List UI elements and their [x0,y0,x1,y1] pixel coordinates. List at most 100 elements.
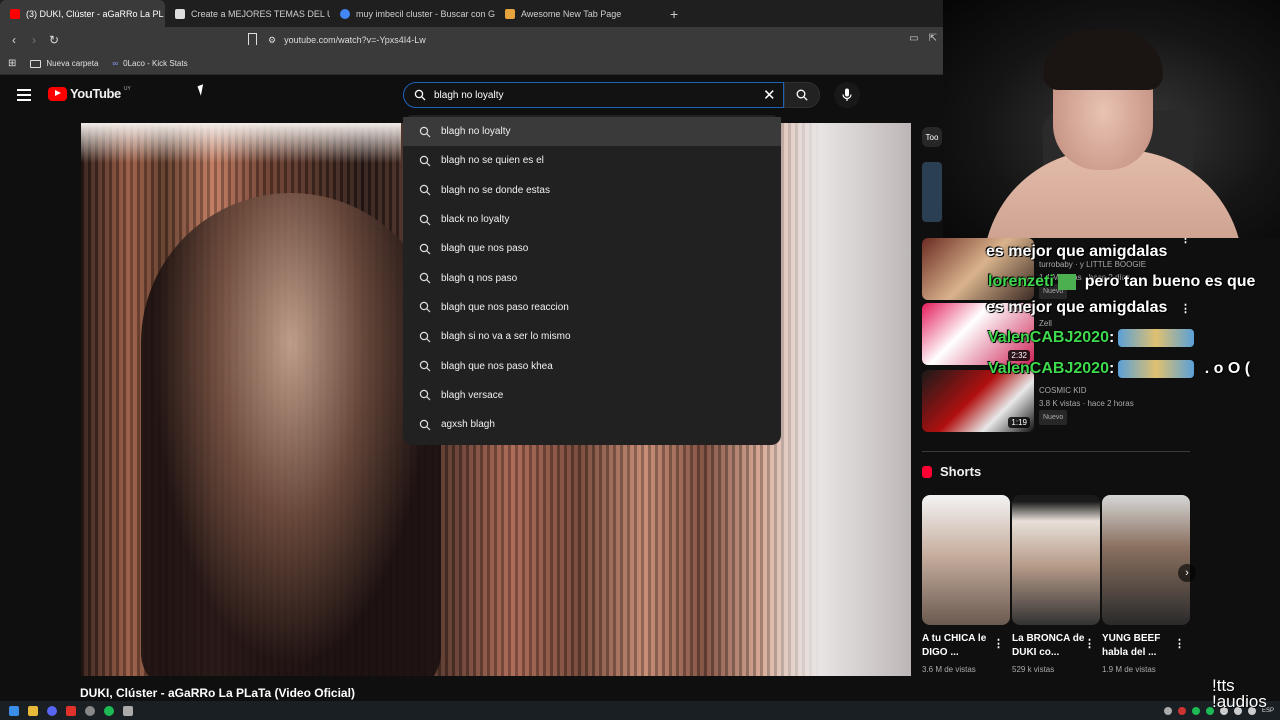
more-options-icon[interactable]: ⋮ [1174,637,1185,650]
kick-icon: ∞ [112,59,119,68]
chat-message: ValenCABJ2020: [988,329,1195,347]
suggestion-item[interactable]: blagh no loyalty [403,117,781,147]
shorts-label: Shorts [940,464,982,479]
suggestion-item[interactable]: blagh no se quien es el [403,146,781,175]
chevron-right-icon[interactable]: › [1178,564,1196,582]
app-icon[interactable] [123,705,133,716]
search-button[interactable] [784,82,820,108]
search-icon [419,360,431,372]
spotify-icon[interactable] [104,705,114,716]
suggestion-item[interactable]: blagh no se donde estas [403,176,781,205]
emote-icon [1118,329,1195,347]
suggestion-text: blagh que nos paso reaccion [441,301,569,313]
related-video[interactable]: 1:19 COSMIC KID 3.8 K vistas · hace 2 ho… [922,370,1192,434]
chat-text: es mejor que amigdalas [986,243,1168,260]
suggestion-item[interactable]: blagh que nos paso [403,234,781,263]
suggestion-item[interactable]: agxsh blagh [403,410,781,439]
apps-grid-icon[interactable]: ⊞ [8,58,16,69]
short-thumbnail[interactable] [922,495,1010,625]
search-icon [419,214,431,225]
suggestion-item[interactable]: blagh versace [403,381,781,410]
suggestion-item[interactable]: black no loyalty [403,205,781,234]
screen: (3) DUKI, Clúster - aGaRRo La PL ✕ Creat… [0,0,1280,720]
cast-icon[interactable]: ▭ [909,33,918,44]
tab-google[interactable]: muy imbecil cluster - Buscar con Goo [330,0,495,27]
more-options-icon[interactable]: ⋮ [1084,637,1095,650]
chat-message: es mejor que amigdalas [986,299,1167,317]
divider [922,451,1190,452]
search-icon [419,243,431,255]
browser-nav-bar: ‹ › ↻ ⚙ youtube.com/watch?v=-Ypxs4I4-Lw … [0,27,943,53]
reload-icon[interactable]: ↻ [44,33,64,47]
webcam-person-hair [1043,30,1163,90]
discord-icon[interactable] [47,705,57,716]
chat-text: es mejor que amigdalas [986,299,1168,316]
stream-commands-overlay: !tts !audios [1212,676,1267,711]
short-views: 1.9 M de vistas [1102,665,1156,674]
more-options-icon[interactable]: ⋮ [1180,302,1191,315]
search-input[interactable] [434,89,754,101]
doc-favicon-icon [175,8,185,19]
short-views: 529 k vistas [1012,665,1055,674]
obs-icon[interactable] [85,705,95,716]
short-title[interactable]: A tu CHICA le DIGO ... [922,632,1000,660]
new-tab-button[interactable]: + [660,0,688,27]
chat-message: lorenzeti pero tan bueno es que [988,273,1255,291]
youtube-logo[interactable]: YouTube UY [48,86,131,101]
bookmark-kick-stats[interactable]: ∞ 0Laco - Kick Stats [112,59,187,68]
address-bar[interactable]: ⚙ youtube.com/watch?v=-Ypxs4I4-Lw [268,30,940,50]
video-thumbnail[interactable]: 1:19 [922,370,1034,432]
voice-search-button[interactable] [834,82,860,108]
folder-icon [30,59,42,68]
tab-create[interactable]: Create a MEJORES TEMAS DEL UNDE [165,0,330,27]
chat-username: ValenCABJ2020 [988,360,1109,378]
suggestion-text: blagh q nos paso [441,272,518,284]
more-options-icon[interactable]: ⋮ [993,637,1004,650]
bookmark-nueva-carpeta[interactable]: Nueva carpeta [30,59,98,68]
video-meta: COSMIC KID 3.8 K vistas · hace 2 horas N… [1039,384,1134,425]
grid-favicon-icon [505,8,515,19]
short-title[interactable]: La BRONCA de DUKI co... [1012,632,1092,660]
short-title[interactable]: YUNG BEEF habla del ... [1102,632,1174,660]
chat-message: es mejor que amigdalas [986,243,1167,261]
suggestion-item[interactable]: blagh si no va a ser lo mismo [403,322,781,351]
tab-title: Awesome New Tab Page [521,8,622,19]
suggestion-item[interactable]: blagh que nos paso khea [403,351,781,380]
youtube-play-icon [48,86,67,101]
menu-icon[interactable] [17,89,31,104]
clear-search-icon[interactable]: ✕ [763,86,776,104]
windows-start-icon[interactable] [9,705,19,716]
filter-chip-all[interactable]: Too [922,127,942,147]
chat-username: ValenCABJ2020 [988,329,1109,347]
search-icon [419,390,431,401]
site-settings-icon[interactable]: ⚙ [268,35,276,46]
tab-youtube[interactable]: (3) DUKI, Clúster - aGaRRo La PL ✕ [0,0,165,27]
back-icon[interactable]: ‹ [4,33,24,47]
tab-newtab[interactable]: Awesome New Tab Page [495,0,660,27]
suggestion-item[interactable]: blagh que nos paso reaccion [403,293,781,322]
video-frame-person [141,193,441,676]
video-thumbnail[interactable] [922,162,942,222]
share-icon[interactable]: ⇱ [929,33,937,44]
brave-icon[interactable] [66,705,76,716]
suggestion-text: blagh no se quien es el [441,155,544,167]
short-views: 3.6 M de vistas [922,665,976,674]
duration-badge: 1:19 [1008,417,1030,428]
bookmark-label: Nueva carpeta [46,59,99,68]
short-thumbnail[interactable] [1012,495,1100,625]
chat-message: ValenCABJ2020: . o O ( [988,360,1250,378]
search-box[interactable] [403,82,784,108]
forward-icon[interactable]: › [24,33,44,47]
suggestion-item[interactable]: blagh q nos paso [403,263,781,292]
bookmark-icon[interactable] [248,33,257,45]
search-icon [419,155,431,167]
short-thumbnail[interactable] [1102,495,1190,625]
tray-icon[interactable] [1163,706,1172,715]
video-frame-wall [761,123,911,676]
suggestion-text: blagh versace [441,389,504,401]
bookmark-label: 0Laco - Kick Stats [123,59,188,68]
file-explorer-icon[interactable] [28,705,38,716]
address-actions: ▭ ⇱ [909,33,937,44]
tray-icon[interactable] [1191,706,1200,715]
tray-icon[interactable] [1177,706,1186,715]
